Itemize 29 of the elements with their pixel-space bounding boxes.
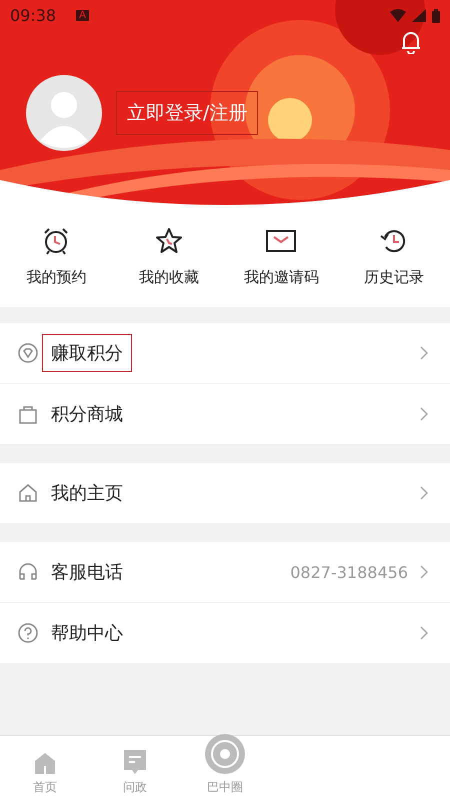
- shortcut-item[interactable]: 我的预约: [0, 226, 112, 287]
- message-icon: [123, 749, 147, 775]
- menu-row[interactable]: 我的主页: [0, 463, 450, 524]
- house-icon: [33, 751, 57, 775]
- menu-row[interactable]: 赚取积分: [0, 323, 450, 384]
- shopping-bag-icon: [18, 404, 38, 424]
- signal-icon: [412, 9, 426, 22]
- avatar[interactable]: [26, 75, 102, 151]
- shortcut-item[interactable]: 我的收藏: [112, 226, 225, 287]
- chevron-right-icon: [420, 565, 428, 579]
- star-icon: [154, 226, 184, 256]
- menu-row[interactable]: 积分商城: [0, 384, 450, 445]
- status-time: 09:38: [10, 6, 56, 25]
- login-link[interactable]: 立即登录/注册: [116, 91, 258, 135]
- house-icon: [18, 483, 38, 503]
- menu-row[interactable]: 帮助中心: [0, 603, 450, 664]
- notification-badge: A: [76, 10, 89, 21]
- chevron-right-icon: [420, 486, 428, 500]
- chevron-right-icon: [420, 346, 428, 360]
- menu-row[interactable]: 客服电话 0827-3188456: [0, 542, 450, 603]
- battery-icon: [432, 8, 440, 22]
- help-icon: [18, 623, 38, 643]
- shortcut-item[interactable]: 我的邀请码: [225, 226, 338, 287]
- headset-icon: [18, 562, 38, 582]
- shortcut-item[interactable]: 历史记录: [338, 226, 450, 287]
- bell-icon[interactable]: [400, 30, 422, 54]
- wifi-icon: [390, 9, 406, 22]
- chevron-right-icon: [420, 626, 428, 640]
- chevron-right-icon: [420, 407, 428, 421]
